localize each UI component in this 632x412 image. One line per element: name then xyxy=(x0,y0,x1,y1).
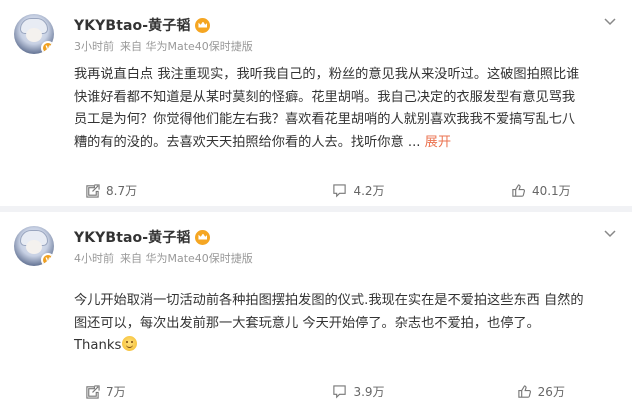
thumbs-up-icon xyxy=(517,384,531,398)
repost-count: 8.7万 xyxy=(106,183,138,198)
content-line: 快谁好看都不知道是从某时莫刻的怪癖。花里胡哨。我自己决定的衣服发型有意见骂我 xyxy=(74,89,576,105)
comment-count: 3.9万 xyxy=(353,384,385,399)
comment-icon xyxy=(333,183,347,197)
post-content: 今儿开始取消一切活动前各种拍图摆拍发图的仪式.我现在实在是不爱拍这些东西 自然的… xyxy=(74,290,620,358)
repost-button[interactable]: 7万 xyxy=(0,380,267,402)
chevron-down-icon[interactable] xyxy=(602,16,618,28)
like-count: 26万 xyxy=(537,384,565,399)
vip-crown-icon[interactable] xyxy=(195,17,211,33)
repost-icon xyxy=(86,384,100,399)
name-row: YKYBtao-黄子韬 xyxy=(74,227,211,247)
comment-button[interactable]: 3.9万 xyxy=(267,380,449,402)
comment-button[interactable]: 4.2万 xyxy=(267,179,449,201)
verified-badge-icon: v xyxy=(41,253,54,266)
content-line-text: Thanks xyxy=(74,338,122,353)
vip-crown-icon[interactable] xyxy=(195,229,211,245)
content-line-last: 糟的有的没的。去喜欢天天拍照给你看的人去。找听你意 ... 展开 xyxy=(74,132,620,155)
post-source: 来自 华为Mate40保时捷版 xyxy=(120,252,253,265)
post-source: 来自 华为Mate40保时捷版 xyxy=(120,40,253,53)
action-bar: 7万 3.9万 26万 xyxy=(0,380,632,402)
action-bar: 8.7万 4.2万 40.1万 xyxy=(0,179,632,201)
content-line: 图还可以，每次出发前那一大套玩意儿 今天开始停了。杂志也不爱拍，也停了。 xyxy=(74,315,540,331)
post-content: 我再说直白点 我注重现实，我听我自己的，粉丝的意见我从来没听过。这破图拍照比谁 … xyxy=(74,64,620,154)
post-time[interactable]: 3小时前 xyxy=(74,38,114,54)
verified-badge-icon: v xyxy=(41,41,54,54)
like-count: 40.1万 xyxy=(531,183,571,198)
username[interactable]: YKYBtao-黄子韬 xyxy=(74,15,190,35)
weibo-post: v YKYBtao-黄子韬 3小时前 来自 华为Mate40保时捷版 我再说直白… xyxy=(0,0,632,206)
thumbs-up-icon xyxy=(512,183,525,197)
content-line-text: 糟的有的没的。去喜欢天天拍照给你看的人去。找听你意 xyxy=(74,134,404,150)
repost-count: 7万 xyxy=(106,384,126,399)
avatar-face xyxy=(26,28,42,42)
post-time[interactable]: 4小时前 xyxy=(74,250,114,266)
repost-icon xyxy=(86,183,100,198)
content-line: 今儿开始取消一切活动前各种拍图摆拍发图的仪式.我现在实在是不爱拍这些东西 自然的 xyxy=(74,293,584,308)
expand-link[interactable]: 展开 xyxy=(425,135,451,150)
like-button[interactable]: 26万 xyxy=(450,380,632,402)
smile-emoji-icon xyxy=(122,336,138,351)
name-row: YKYBtao-黄子韬 xyxy=(74,15,211,35)
repost-button[interactable]: 8.7万 xyxy=(0,179,267,201)
user-avatar[interactable]: v xyxy=(14,226,54,266)
chevron-down-icon[interactable] xyxy=(602,228,618,240)
ellipsis: ... xyxy=(403,134,425,150)
content-line: 员工是为何？你觉得他们能左右我？喜欢看花里胡哨的人就别喜欢我我不爱搞写乱七八 xyxy=(74,112,576,127)
weibo-post: v YKYBtao-黄子韬 4小时前 来自 华为Mate40保时捷版 今儿开始取… xyxy=(0,212,632,412)
post-meta: 3小时前 来自 华为Mate40保时捷版 xyxy=(74,38,253,54)
avatar-face xyxy=(26,240,42,254)
user-avatar[interactable]: v xyxy=(14,14,54,54)
comment-count: 4.2万 xyxy=(353,183,385,198)
comment-icon xyxy=(333,384,347,398)
username[interactable]: YKYBtao-黄子韬 xyxy=(74,227,190,247)
post-meta: 4小时前 来自 华为Mate40保时捷版 xyxy=(74,250,253,266)
like-button[interactable]: 40.1万 xyxy=(450,179,632,201)
content-line: 我再说直白点 我注重现实，我听我自己的，粉丝的意见我从来没听过。这破图拍照比谁 xyxy=(74,67,580,82)
content-line-last: Thanks xyxy=(74,335,620,358)
